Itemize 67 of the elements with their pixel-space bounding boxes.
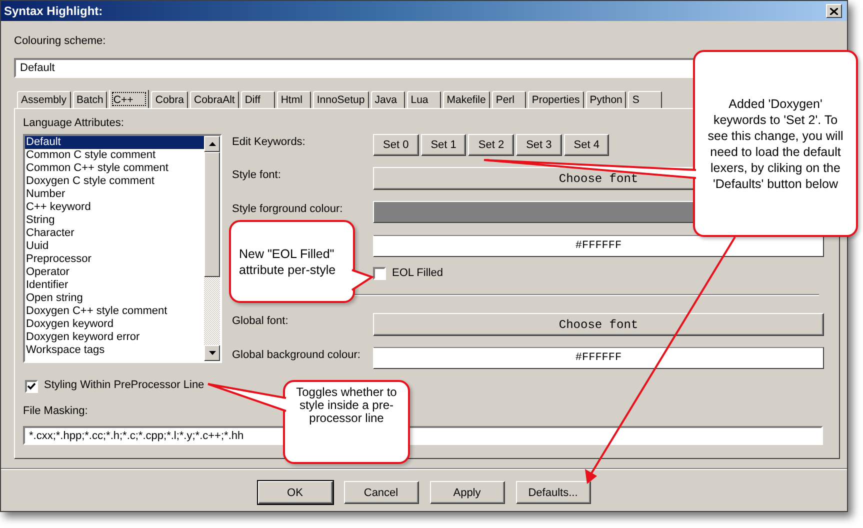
list-item[interactable]: Doxygen C++ style comment — [25, 305, 204, 318]
tab[interactable]: Perl — [492, 91, 526, 108]
list-item[interactable]: Doxygen keyword error — [25, 331, 204, 344]
list-item[interactable]: Number — [25, 188, 204, 201]
keyword-set-button[interactable]: Set 0 — [373, 134, 419, 156]
keyword-set-button[interactable]: Set 3 — [516, 134, 562, 156]
tab[interactable]: Lua — [406, 91, 441, 108]
tab[interactable]: Cobra — [151, 91, 188, 108]
tab[interactable]: InnoSetup — [312, 91, 369, 108]
list-item[interactable]: Doxygen C style comment — [25, 175, 204, 188]
keyword-set-button[interactable]: Set 1 — [420, 134, 466, 156]
choose-font-button[interactable]: Choose font — [373, 313, 824, 336]
dialog-button[interactable]: Defaults... — [516, 481, 590, 504]
field-label: Style forground colour: — [232, 202, 344, 215]
list-item[interactable]: Default — [25, 136, 204, 149]
tab[interactable]: Html — [276, 91, 311, 108]
dialog-button[interactable]: Cancel — [344, 481, 418, 504]
field-label: Global background colour: — [232, 348, 362, 361]
tab[interactable]: Makefile — [442, 91, 490, 108]
section-label: Language Attributes: — [23, 117, 124, 130]
down-arrow-icon — [208, 351, 216, 355]
up-arrow-icon — [208, 142, 216, 146]
list-item[interactable]: Common C++ style comment — [25, 162, 204, 175]
tab[interactable]: Assembly — [17, 91, 71, 108]
checkbox[interactable] — [373, 267, 386, 280]
field-label: Colouring scheme: — [14, 35, 106, 48]
scroll-down-button[interactable] — [204, 345, 220, 361]
colour-field[interactable]: #FFFFFF — [373, 347, 824, 369]
scrollbar-thumb[interactable] — [204, 152, 220, 277]
colour-field[interactable]: #FFFFFF — [373, 235, 824, 257]
list-item[interactable]: Open string — [25, 292, 204, 305]
tab[interactable]: Batch — [72, 91, 108, 108]
callout-tooltip: Toggles whether to style inside a pre-processor line — [283, 380, 410, 464]
list-item[interactable]: C++ keyword — [25, 201, 204, 214]
list-item[interactable]: Workspace tags — [25, 344, 204, 357]
tab[interactable]: Python — [586, 91, 626, 108]
list-item[interactable]: Common C style comment — [25, 149, 204, 162]
list-item[interactable]: Doxygen keyword — [25, 318, 204, 331]
field-label: Style font: — [232, 168, 282, 181]
list-item[interactable]: Uuid — [25, 240, 204, 253]
list-item[interactable]: String — [25, 214, 204, 227]
dialog-button[interactable]: OK — [258, 481, 332, 504]
field-label: File Masking: — [23, 405, 88, 418]
checkbox-label: Styling Within PreProcessor Line — [44, 379, 204, 391]
close-button[interactable] — [826, 4, 842, 18]
checkbox[interactable] — [25, 380, 38, 392]
dialog-button[interactable]: Apply — [430, 481, 504, 504]
tab[interactable]: Diff — [240, 91, 275, 108]
window-title: Syntax Highlight: — [4, 4, 103, 18]
checkbox-label: EOL Filled — [392, 267, 443, 279]
callout-tooltip: Added 'Doxygen' keywords to 'Set 2'. To see this change, you will need to load the default lexers, by cliking on the 'Defaults' button below — [693, 50, 858, 237]
tab[interactable]: S — [628, 91, 662, 108]
tab[interactable]: CobraAlt — [190, 91, 239, 108]
field-label: Global font: — [232, 314, 290, 327]
callout-tooltip: New "EOL Filled" attribute per-style — [229, 220, 355, 303]
scroll-up-button[interactable] — [204, 136, 220, 152]
keyword-set-button[interactable]: Set 2 — [468, 134, 514, 156]
list-item[interactable]: Preprocessor — [25, 253, 204, 266]
list-item[interactable]: Operator — [25, 266, 204, 279]
close-icon — [830, 8, 838, 14]
tab[interactable]: Properties — [528, 91, 584, 108]
keyword-set-button[interactable]: Set 4 — [564, 134, 610, 156]
tab[interactable]: Java — [370, 91, 405, 108]
list-item[interactable]: Identifier — [25, 279, 204, 292]
field-label: Edit Keywords: — [232, 135, 306, 148]
list-item[interactable]: Character — [25, 227, 204, 240]
tab[interactable]: C++ — [109, 90, 150, 108]
